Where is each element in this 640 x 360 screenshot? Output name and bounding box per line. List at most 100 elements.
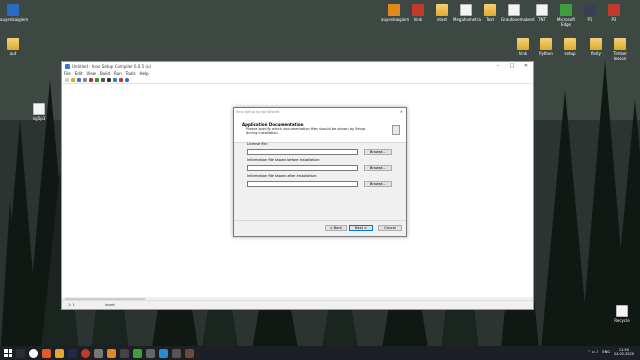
open-icon[interactable] [71,77,75,82]
app-icon-6[interactable] [133,348,142,358]
app-icon [560,4,572,16]
desktop-icon-r1[interactable]: auyenkaigiem [381,4,409,22]
wizard-header: Application Documentation Please specify… [234,115,406,143]
edge-icon[interactable] [159,348,168,358]
window-titlebar[interactable]: Untitled - Inno Setup Compiler 6.0.5 (u)… [62,62,533,70]
app-icon [412,4,424,16]
license-browse-button[interactable]: Browse... [364,149,392,155]
app-icon [65,63,70,69]
file-icon [536,4,548,16]
menu-edit[interactable]: Edit [75,71,83,76]
desktop-icon-left-2[interactable]: out [0,38,26,56]
recycle-bin-icon [616,305,628,317]
clock-date: 24.02.2020 [613,352,634,356]
app-icon-3[interactable] [94,348,103,358]
desktop-icon-r9[interactable]: P1 [577,4,603,22]
record-icon[interactable] [119,77,123,82]
taskbar: ⌃ ▭ ♪ ENG 11:50 24.02.2020 [0,346,640,360]
desktop-icon-r2-4[interactable]: finity [583,38,609,56]
menu-run[interactable]: Run [114,71,122,76]
desktop-icon-r2-5[interactable]: Timber lesson [607,38,633,61]
menu-build[interactable]: Build [100,71,110,76]
info-after-input[interactable] [247,181,358,187]
document-icon [392,125,400,135]
app-icon [7,4,19,16]
app-icon-1[interactable] [42,348,51,358]
desktop-icon-r8[interactable]: Microsoft Edge [553,4,579,27]
app-icon-5[interactable] [120,348,129,358]
desktop-icon-r5[interactable]: Text [477,4,503,22]
desktop-icon-r7[interactable]: TNT [529,4,555,22]
save-icon[interactable] [77,77,81,82]
app-icon [388,4,400,16]
pause-icon[interactable] [101,77,105,82]
menu-file[interactable]: File [64,71,71,76]
wizard-footer: < Back Next > Cancel [234,220,406,236]
photoshop-icon[interactable] [68,348,77,358]
menu-tools[interactable]: Tools [126,71,136,76]
search-icon[interactable] [16,348,25,358]
app-icon-4[interactable] [107,348,116,358]
inno-setup-taskbar-icon[interactable] [185,348,194,358]
app-icon [608,4,620,16]
run-icon[interactable] [95,77,99,82]
folder-icon [436,4,448,16]
language-indicator[interactable]: ENG [602,350,610,354]
info-before-label: Information file shown before installati… [247,158,321,162]
folder-icon [564,38,576,50]
desktop-icon-left-1[interactable]: auyenkaigiem [0,4,28,22]
mouse-pointer [145,219,149,224]
app-icon-8[interactable] [172,348,181,358]
yandex-browser-icon[interactable] [29,348,38,358]
stop-compile-icon[interactable] [89,77,93,82]
desktop-icon-r6[interactable]: Grautovemakent [501,4,535,22]
license-file-label: License file: [247,142,268,146]
start-button[interactable] [4,349,12,357]
next-button[interactable]: Next > [349,225,373,231]
info-before-browse-button[interactable]: Browse... [364,165,392,171]
new-icon[interactable] [65,77,69,82]
file-icon [508,4,520,16]
desktop-icon-r2[interactable]: hink [405,4,431,22]
menu-help[interactable]: Help [140,71,149,76]
script-wizard-dialog: Inno Setup Script Wizard ✕ Application D… [233,107,407,237]
license-file-input[interactable] [247,149,358,155]
recycle-bin[interactable]: Recycle [609,305,635,323]
toolbar [62,76,533,84]
clock[interactable]: 11:50 24.02.2020 [614,348,634,356]
page-subtitle: Please specify which documentation files… [246,127,366,136]
desktop-icon-r10[interactable]: P2 [601,4,627,22]
folder-icon [614,38,626,50]
close-icon[interactable]: ✕ [519,63,533,69]
dialog-titlebar[interactable]: Inno Setup Script Wizard ✕ [234,108,406,115]
window-title: Untitled - Inno Setup Compiler 6.0.5 (u) [72,63,152,69]
cancel-button[interactable]: Cancel [378,225,402,231]
tray-icons[interactable]: ⌃ ▭ ♪ [588,350,599,354]
folder-icon [517,38,529,50]
folder-icon [7,38,19,50]
close-icon[interactable]: ✕ [400,109,403,114]
minimize-icon[interactable]: – [491,63,505,69]
stop-icon[interactable] [107,77,111,82]
desktop-icon-r2-3[interactable]: setup [557,38,583,56]
desktop-icon-r4[interactable]: Megahometra [453,4,481,22]
app-icon-7[interactable] [146,348,155,358]
status-bar: 1: 1 Insert [62,300,533,309]
target-icon[interactable] [113,77,117,82]
desktop-icon-r2-2[interactable]: Python [533,38,559,56]
cursor-position: 1: 1 [68,303,75,307]
back-button[interactable]: < Back [325,225,347,231]
info-before-input[interactable] [247,165,358,171]
dialog-title: Inno Setup Script Wizard [236,109,280,114]
menu-view[interactable]: View [86,71,96,76]
system-tray: ⌃ ▭ ♪ ENG 11:50 24.02.2020 [588,348,634,356]
desktop-icon-left-3[interactable]: ng5p3 [26,103,52,121]
help-icon[interactable] [125,77,129,82]
file-explorer-icon[interactable] [55,348,64,358]
desktop-icon-r3[interactable]: ntest [429,4,455,22]
maximize-icon[interactable]: □ [505,63,519,69]
info-after-browse-button[interactable]: Browse... [364,181,392,187]
app-icon-2[interactable] [81,348,90,358]
compile-icon[interactable] [83,77,87,82]
file-icon [33,103,45,115]
